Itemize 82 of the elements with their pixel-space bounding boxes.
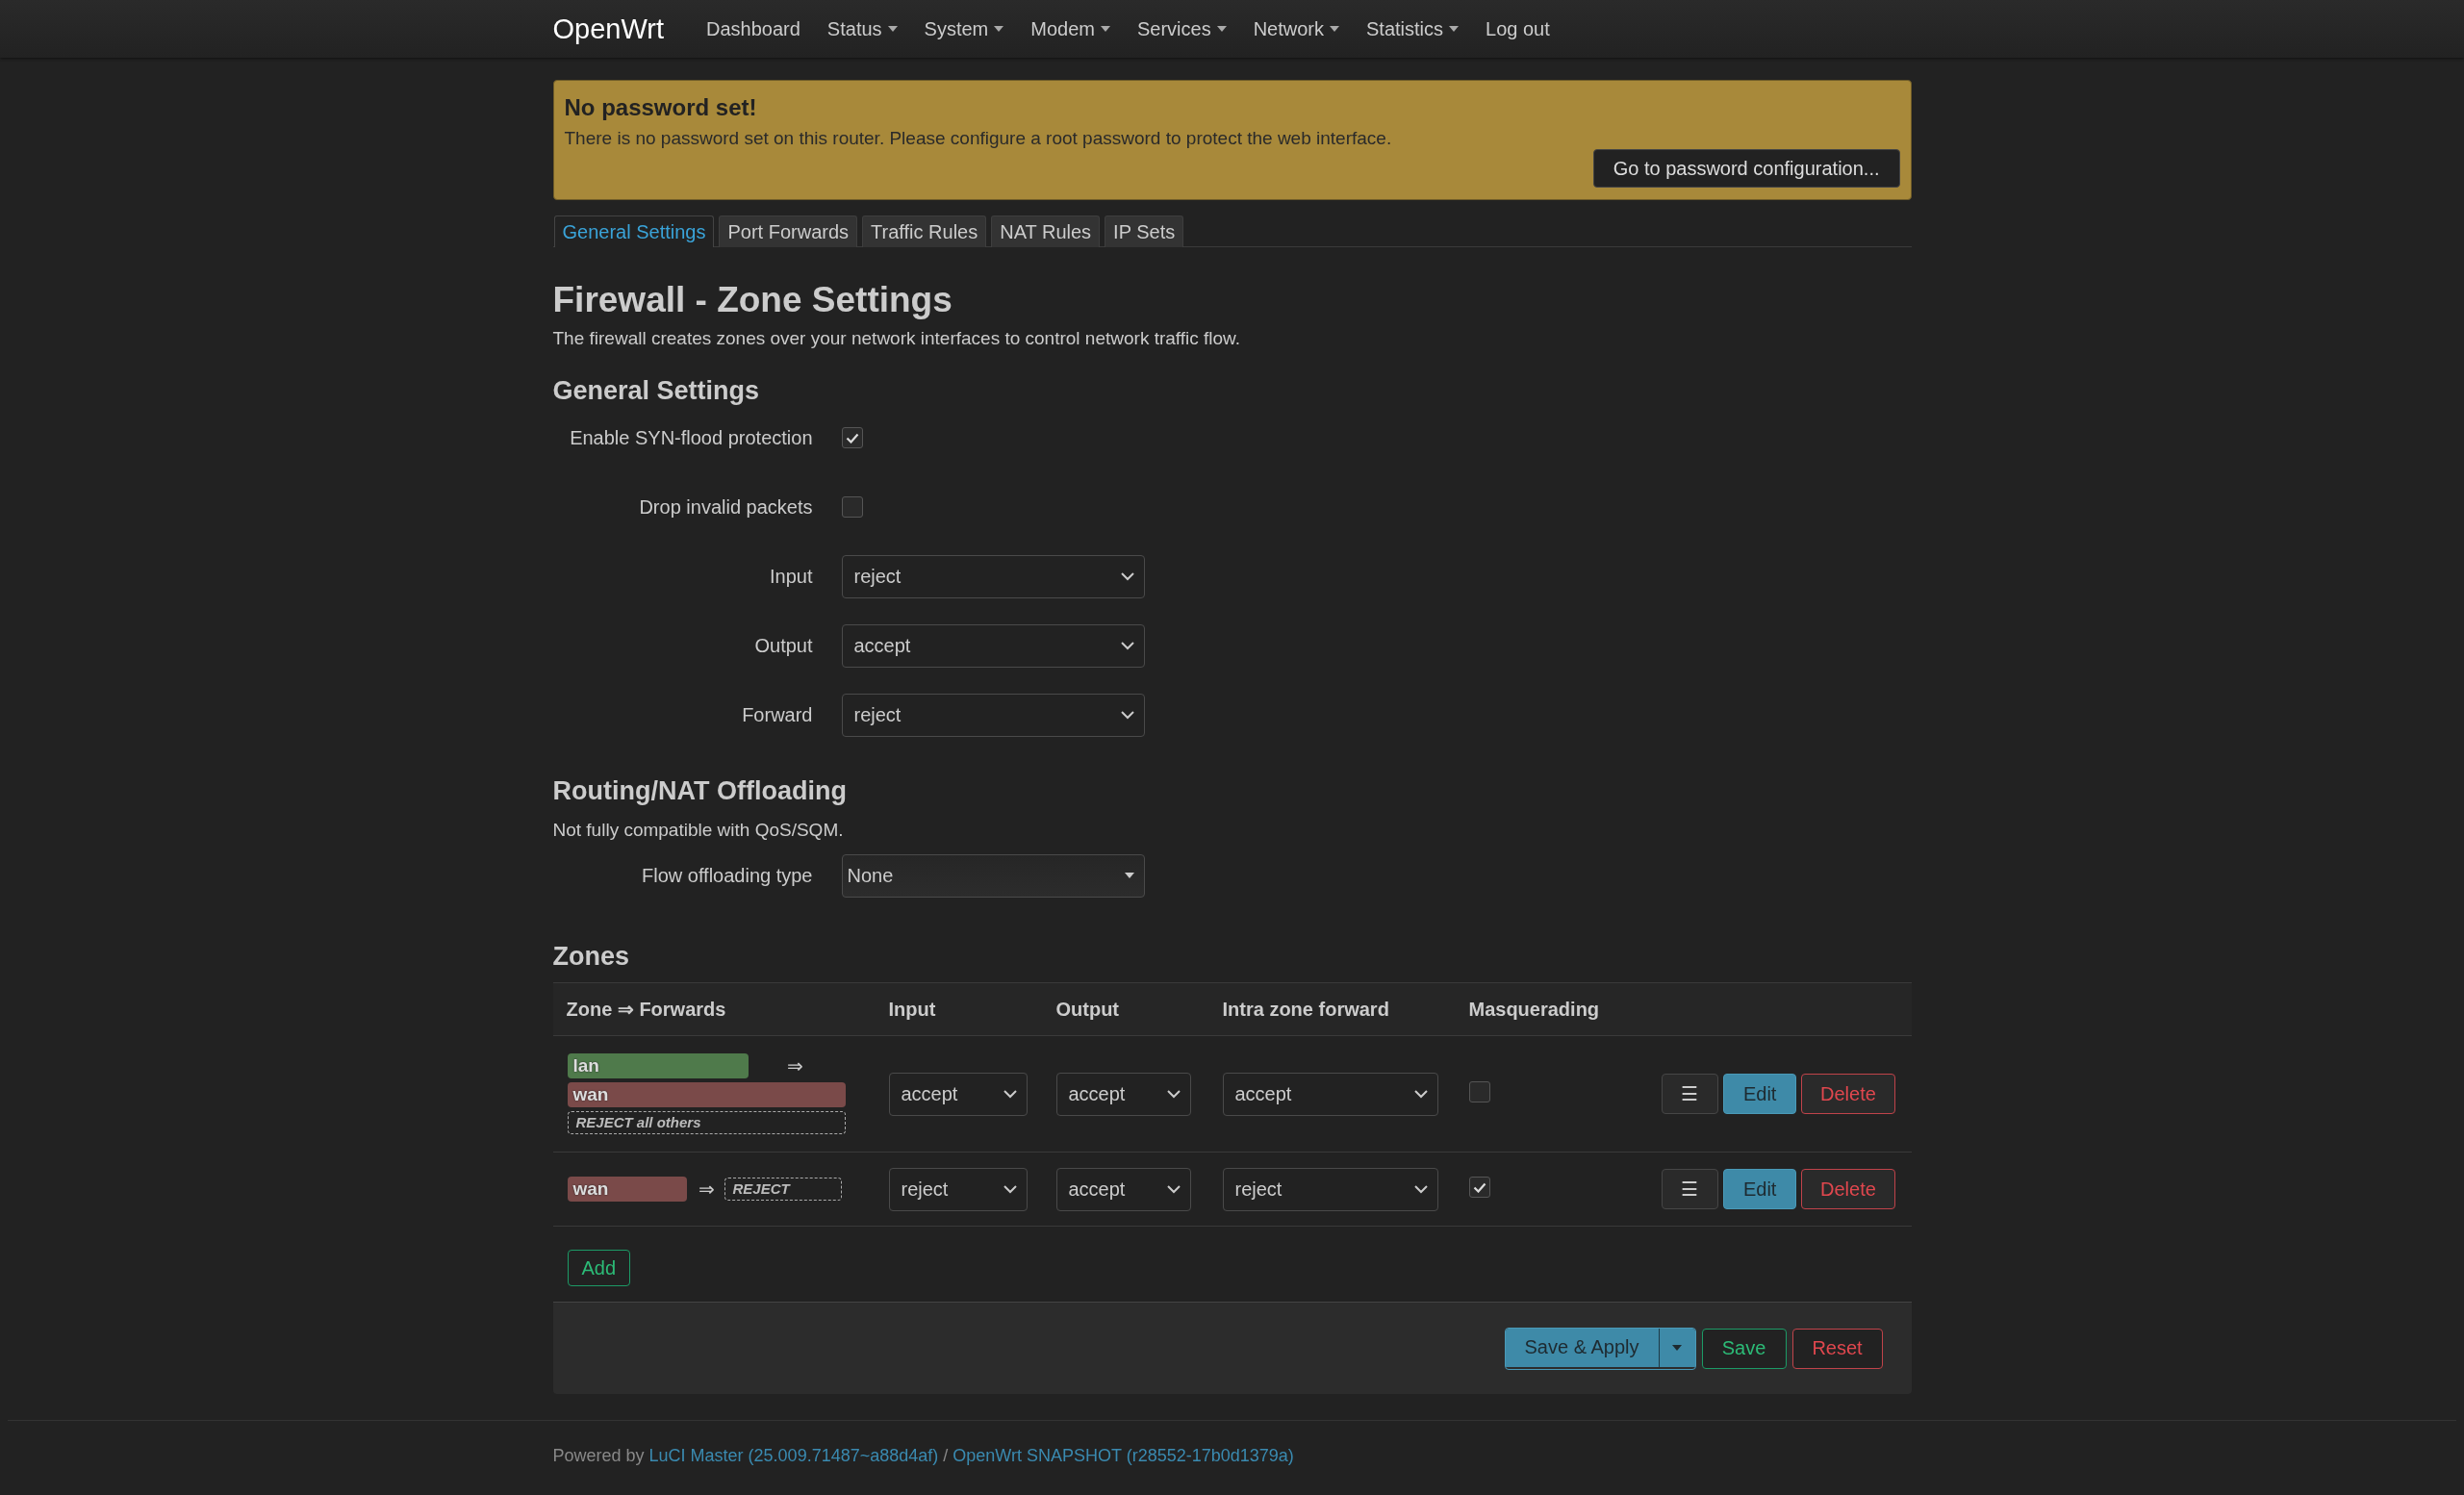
chevron-down-icon [1413, 1089, 1428, 1099]
dropdown-toggle[interactable] [1658, 1328, 1695, 1367]
chevron-down-icon [1120, 710, 1134, 720]
policy-label: REJECT [724, 1178, 842, 1201]
select-field[interactable]: reject [841, 554, 1145, 598]
chevron-down-icon [1003, 1184, 1017, 1194]
field-label: Enable SYN-flood protection [569, 426, 813, 449]
column-header: Output [1054, 998, 1121, 1021]
select-field[interactable]: reject [1222, 1167, 1438, 1211]
footer-link[interactable]: LuCI Master (25.009.71487~a88d4af) [648, 1446, 939, 1465]
arrow-symbol: ⇒ [786, 1054, 803, 1077]
chevron-down-icon [1120, 571, 1134, 581]
footer-text: Powered by LuCI Master (25.009.71487~a88d4af) / OpenWrt SNAPSHOT (r28552-17b0d1379a) [552, 1446, 1295, 1466]
select-field[interactable]: accept [1055, 1167, 1191, 1211]
checkbox[interactable] [841, 427, 863, 448]
field-label: Flow offloading type [640, 864, 813, 887]
checkbox[interactable] [1468, 1081, 1490, 1102]
reset-button[interactable]: Reset [1791, 1328, 1883, 1369]
section-heading: General Settings [552, 376, 761, 406]
nav-menu-item[interactable]: Dashboard [706, 17, 800, 40]
select-field[interactable]: reject [841, 693, 1145, 737]
save-button[interactable]: Save [1701, 1328, 1787, 1369]
brand-logo[interactable]: OpenWrt [552, 13, 664, 45]
policy-label: REJECT all others [567, 1111, 846, 1134]
page-description: The firewall creates zones over your network interfaces to control network traffic flow. [552, 328, 1242, 349]
password-config-button[interactable]: Go to password configuration... [1592, 149, 1900, 188]
chevron-down-icon [1413, 1184, 1428, 1194]
footer-link[interactable]: OpenWrt SNAPSHOT (r28552-17b0d1379a) [953, 1446, 1294, 1465]
delete-button[interactable]: Delete [1801, 1074, 1895, 1114]
tab[interactable]: General Settings [553, 215, 715, 247]
menu-button[interactable]: ☰ [1661, 1074, 1718, 1114]
arrow-symbol: ⇒ [698, 1178, 715, 1201]
save-apply-button[interactable]: Save & Apply [1505, 1328, 1659, 1367]
section-note: Not fully compatible with QoS/SQM. [552, 820, 845, 841]
menu-button[interactable]: ☰ [1661, 1169, 1718, 1209]
select-field[interactable]: reject [888, 1167, 1028, 1211]
chevron-down-icon [1166, 1184, 1181, 1194]
tab[interactable]: Port Forwards [719, 215, 858, 247]
add-button[interactable]: Add [567, 1250, 631, 1286]
checkmark-icon [845, 432, 859, 443]
field-label: Output [753, 634, 813, 657]
checkbox[interactable] [1468, 1177, 1490, 1198]
chevron-down-icon [1166, 1089, 1181, 1099]
edit-button[interactable]: Edit [1723, 1074, 1797, 1114]
edit-button[interactable]: Edit [1723, 1169, 1797, 1209]
caret-icon [1124, 873, 1134, 878]
column-header: Masquerading [1467, 998, 1601, 1021]
column-header: Zone ⇒ Forwards [565, 998, 727, 1021]
zone-badge: wan [567, 1177, 687, 1202]
chevron-down-icon [1003, 1089, 1017, 1099]
zone-badge: wan [567, 1082, 846, 1107]
nav-menu-item[interactable]: Modem [1030, 17, 1110, 40]
nav-menu-item[interactable]: Services [1136, 17, 1227, 40]
nav-menu-item[interactable]: Statistics [1366, 17, 1460, 40]
caret-icon [1672, 1344, 1682, 1351]
select-field[interactable]: accept [1222, 1072, 1438, 1116]
chevron-down-icon [1120, 641, 1134, 650]
banner-title: No password set! [564, 94, 758, 121]
page-title: Firewall - Zone Settings [552, 280, 953, 320]
section-heading: Routing/NAT Offloading [552, 776, 848, 806]
column-header: Input [887, 998, 937, 1021]
nav-menu-item[interactable]: Network [1253, 17, 1339, 40]
delete-button[interactable]: Delete [1801, 1169, 1895, 1209]
field-label: Forward [741, 703, 813, 726]
nav-menu-item[interactable]: Log out [1486, 17, 1550, 40]
tab[interactable]: IP Sets [1105, 215, 1184, 247]
tab[interactable]: NAT Rules [991, 215, 1101, 247]
checkmark-icon [1472, 1181, 1486, 1193]
column-header: Intra zone forward [1221, 998, 1390, 1021]
checkbox[interactable] [841, 496, 863, 518]
section-heading: Zones [552, 942, 630, 972]
nav-menu-item[interactable]: Status [826, 17, 898, 40]
nav-menu-item[interactable]: System [924, 17, 1004, 40]
select-field[interactable]: None [841, 853, 1145, 898]
select-field[interactable]: accept [1055, 1072, 1191, 1116]
field-label: Drop invalid packets [638, 495, 813, 519]
select-field[interactable]: accept [841, 623, 1145, 668]
zone-badge: lan [567, 1053, 749, 1078]
field-label: Input [769, 565, 813, 588]
banner-message: There is no password set on this router. Please configure a root password to protect the web interface. [564, 128, 1393, 149]
tab[interactable]: Traffic Rules [862, 215, 987, 247]
select-field[interactable]: accept [888, 1072, 1028, 1116]
